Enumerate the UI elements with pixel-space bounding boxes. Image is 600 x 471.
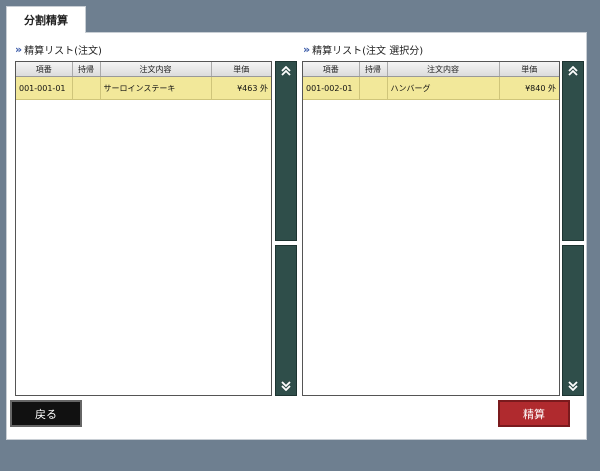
table-row[interactable]: 001-002-01 ハンバーグ ¥840 外 [303, 76, 559, 100]
double-chevron-up-icon [281, 66, 291, 76]
header-price: 単価 [211, 62, 271, 77]
left-list-title-text: 精算リスト(注文) [24, 46, 102, 57]
left-scroll-up-button[interactable] [275, 61, 297, 241]
double-chevron-right-icon: » [15, 43, 22, 56]
left-list-title: » 精算リスト(注文) [15, 42, 102, 57]
double-chevron-up-icon [568, 66, 578, 76]
left-scroll-down-button[interactable] [275, 245, 297, 396]
header-item: 注文内容 [100, 62, 212, 77]
left-table-header: 項番 持帰 注文内容 単価 [16, 62, 271, 77]
settle-button[interactable]: 精算 [498, 400, 570, 427]
back-button[interactable]: 戻る [10, 400, 82, 427]
table-row[interactable]: 001-001-01 サーロインステーキ ¥463 外 [16, 76, 271, 100]
double-chevron-right-icon: » [303, 43, 310, 56]
row-takeout [359, 76, 388, 100]
header-price: 単価 [499, 62, 559, 77]
row-no: 001-001-01 [16, 76, 73, 100]
right-scroll-down-button[interactable] [562, 245, 584, 396]
row-item: サーロインステーキ [100, 76, 212, 100]
right-list-title: » 精算リスト(注文 選択分) [303, 42, 423, 57]
row-price: ¥463 外 [211, 76, 271, 100]
main-panel: » 精算リスト(注文) 項番 持帰 注文内容 単価 001-001-01 サーロ… [6, 32, 587, 440]
header-no: 項番 [303, 62, 360, 77]
row-price: ¥840 外 [499, 76, 559, 100]
right-scroll-up-button[interactable] [562, 61, 584, 241]
double-chevron-down-icon [281, 381, 291, 391]
left-order-list[interactable]: 項番 持帰 注文内容 単価 001-001-01 サーロインステーキ ¥463 … [15, 61, 272, 396]
header-takeout: 持帰 [359, 62, 388, 77]
header-item: 注文内容 [387, 62, 500, 77]
row-no: 001-002-01 [303, 76, 360, 100]
header-takeout: 持帰 [72, 62, 101, 77]
right-list-title-text: 精算リスト(注文 選択分) [312, 46, 424, 57]
double-chevron-down-icon [568, 381, 578, 391]
tab-split-settlement[interactable]: 分割精算 [6, 6, 86, 33]
row-takeout [72, 76, 101, 100]
row-item: ハンバーグ [387, 76, 500, 100]
right-selected-list[interactable]: 項番 持帰 注文内容 単価 001-002-01 ハンバーグ ¥840 外 [302, 61, 560, 396]
right-table-header: 項番 持帰 注文内容 単価 [303, 62, 559, 77]
header-no: 項番 [16, 62, 73, 77]
